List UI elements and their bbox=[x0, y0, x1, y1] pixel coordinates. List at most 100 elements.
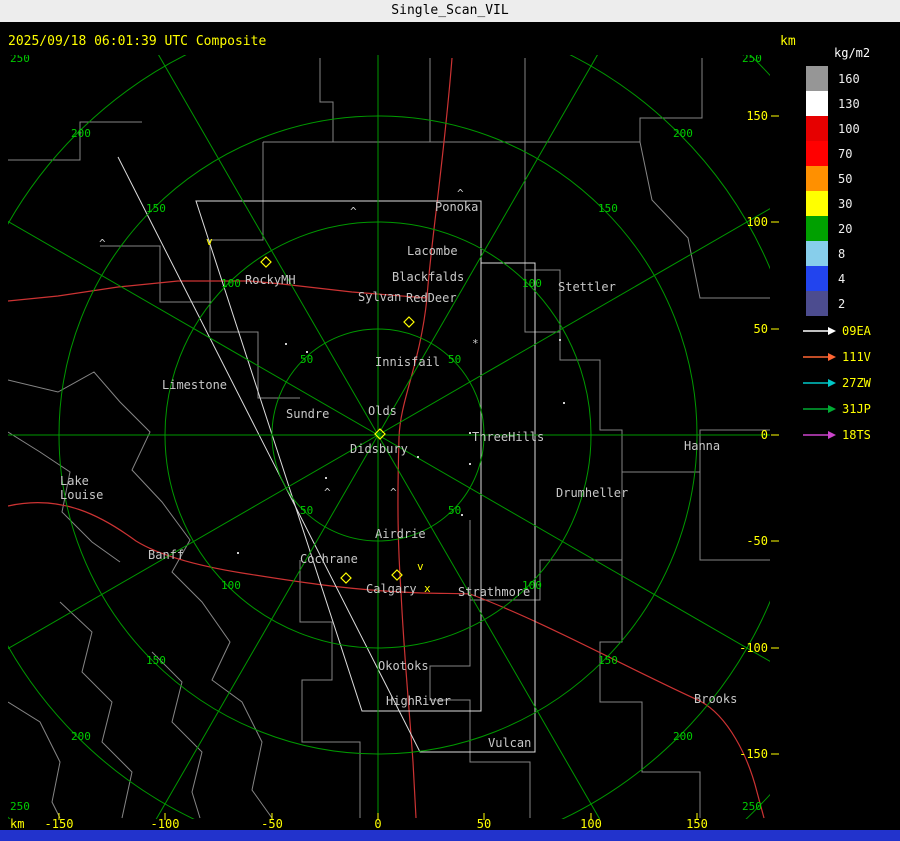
dot-marker bbox=[461, 514, 463, 516]
city-label: Stettler bbox=[558, 280, 616, 294]
city-label: Ponoka bbox=[435, 200, 478, 214]
dot-marker bbox=[469, 463, 471, 465]
range-ring-label: 150 bbox=[598, 202, 618, 215]
range-ring-label: 50 bbox=[448, 504, 461, 517]
boundary-line bbox=[59, 601, 133, 819]
legend-swatch bbox=[806, 266, 828, 291]
boundary-line bbox=[100, 245, 212, 303]
range-ring-label: 100 bbox=[522, 277, 542, 290]
18ts-arrow-icon bbox=[803, 431, 836, 439]
range-ring-label: 200 bbox=[673, 730, 693, 743]
range-ring-label: 250 bbox=[742, 800, 762, 813]
111v-arrow-icon bbox=[803, 353, 836, 361]
city-label: Blackfalds bbox=[392, 270, 464, 284]
vee-marker: v bbox=[206, 235, 213, 248]
diamond-marker bbox=[403, 316, 415, 328]
site-list: 09EA 111V 27ZW 31JP 18TS bbox=[802, 318, 871, 448]
site-row: 31JP bbox=[802, 396, 871, 422]
range-ring-label: 150 bbox=[146, 654, 166, 667]
city-label: Sundre bbox=[286, 407, 329, 421]
27zw-arrow-icon bbox=[803, 379, 836, 387]
range-ring-label: 100 bbox=[221, 277, 241, 290]
boundary-line bbox=[209, 142, 300, 399]
right-axis-label: 100 bbox=[746, 215, 768, 229]
dot-marker bbox=[559, 339, 561, 341]
city-label: Vulcan bbox=[488, 736, 531, 750]
range-ring-label: 50 bbox=[448, 353, 461, 366]
city-label: RedDeer bbox=[406, 291, 457, 305]
legend-level: 8 bbox=[806, 241, 898, 266]
city-label: Louise bbox=[60, 488, 103, 502]
dot-marker bbox=[237, 552, 239, 554]
city-label: RockyMH bbox=[245, 273, 296, 287]
legend-level: 20 bbox=[806, 216, 898, 241]
range-ring bbox=[8, 55, 770, 819]
city-label: Didsbury bbox=[350, 442, 408, 456]
site-id-label: 18TS bbox=[842, 428, 871, 442]
site-row: 111V bbox=[802, 344, 871, 370]
right-axis-label: -150 bbox=[739, 747, 768, 761]
right-axis-label: 0 bbox=[761, 428, 768, 442]
boundary-line bbox=[319, 58, 334, 142]
boundary-line bbox=[8, 371, 273, 819]
range-rings bbox=[8, 55, 770, 819]
legend-level: 70 bbox=[806, 141, 898, 166]
site-row: 18TS bbox=[802, 422, 871, 448]
city-label: Cochrane bbox=[300, 552, 358, 566]
city-label: Lacombe bbox=[407, 244, 458, 258]
legend-swatch bbox=[806, 141, 828, 166]
site-id-label: 31JP bbox=[842, 402, 871, 416]
scan-area-outline bbox=[117, 156, 536, 753]
boundary-line bbox=[599, 560, 701, 818]
legend-value: 20 bbox=[838, 221, 853, 236]
city-label: Banff bbox=[148, 548, 184, 562]
radial-grid-lines bbox=[8, 55, 770, 819]
legend-level: 100 bbox=[806, 116, 898, 141]
boundary-line bbox=[151, 651, 203, 819]
range-ring-label: 50 bbox=[300, 353, 313, 366]
right-axis-label: -100 bbox=[739, 641, 768, 655]
bottom-axis-unit-label: km bbox=[10, 817, 24, 831]
city-label: Innisfail bbox=[375, 355, 440, 369]
asterisk-marker: * bbox=[472, 337, 479, 350]
legend-value: 8 bbox=[838, 246, 846, 261]
legend-level: 160 bbox=[806, 66, 898, 91]
vee-marker: v bbox=[417, 560, 424, 573]
city-label: Lake bbox=[60, 474, 89, 488]
legend-unit-label: kg/m2 bbox=[834, 46, 871, 60]
caret-marker: ^ bbox=[99, 237, 106, 250]
legend-level: 50 bbox=[806, 166, 898, 191]
site-id-label: 111V bbox=[842, 350, 871, 364]
site-row: 27ZW bbox=[802, 370, 871, 396]
legend-swatch bbox=[806, 191, 828, 216]
09ea-arrow-icon bbox=[803, 327, 836, 335]
dot-marker bbox=[563, 402, 565, 404]
legend-swatch bbox=[806, 241, 828, 266]
site-id-label: 27ZW bbox=[842, 376, 871, 390]
diamond-marker bbox=[340, 572, 352, 584]
city-label: Hanna bbox=[684, 439, 720, 453]
boundary-line bbox=[524, 58, 623, 472]
range-ring-label: 150 bbox=[598, 654, 618, 667]
dot-marker bbox=[325, 477, 327, 479]
city-label: Airdrie bbox=[375, 527, 426, 541]
range-ring-label: 250 bbox=[10, 52, 30, 65]
legend-swatch bbox=[806, 91, 828, 116]
range-ring-label: 250 bbox=[10, 800, 30, 813]
radar-map-canvas[interactable]: 5010015020025050100150200250501001502002… bbox=[0, 0, 900, 841]
31jp-arrow-icon bbox=[803, 405, 836, 413]
legend-level: 2 bbox=[806, 291, 898, 316]
legend-value: 50 bbox=[838, 171, 853, 186]
legend-value: 4 bbox=[838, 271, 846, 286]
range-ring-label: 150 bbox=[146, 202, 166, 215]
scan-outline-line bbox=[117, 156, 536, 753]
legend-swatch bbox=[806, 291, 828, 316]
city-label: Calgary bbox=[366, 582, 417, 596]
legend-value: 2 bbox=[838, 296, 846, 311]
boundary-line bbox=[299, 560, 361, 818]
range-ring-label: 100 bbox=[221, 579, 241, 592]
site-id-label: 09EA bbox=[842, 324, 871, 338]
dot-marker bbox=[285, 343, 287, 345]
caret-marker: ^ bbox=[457, 187, 464, 200]
bottom-status-bar bbox=[0, 830, 900, 841]
